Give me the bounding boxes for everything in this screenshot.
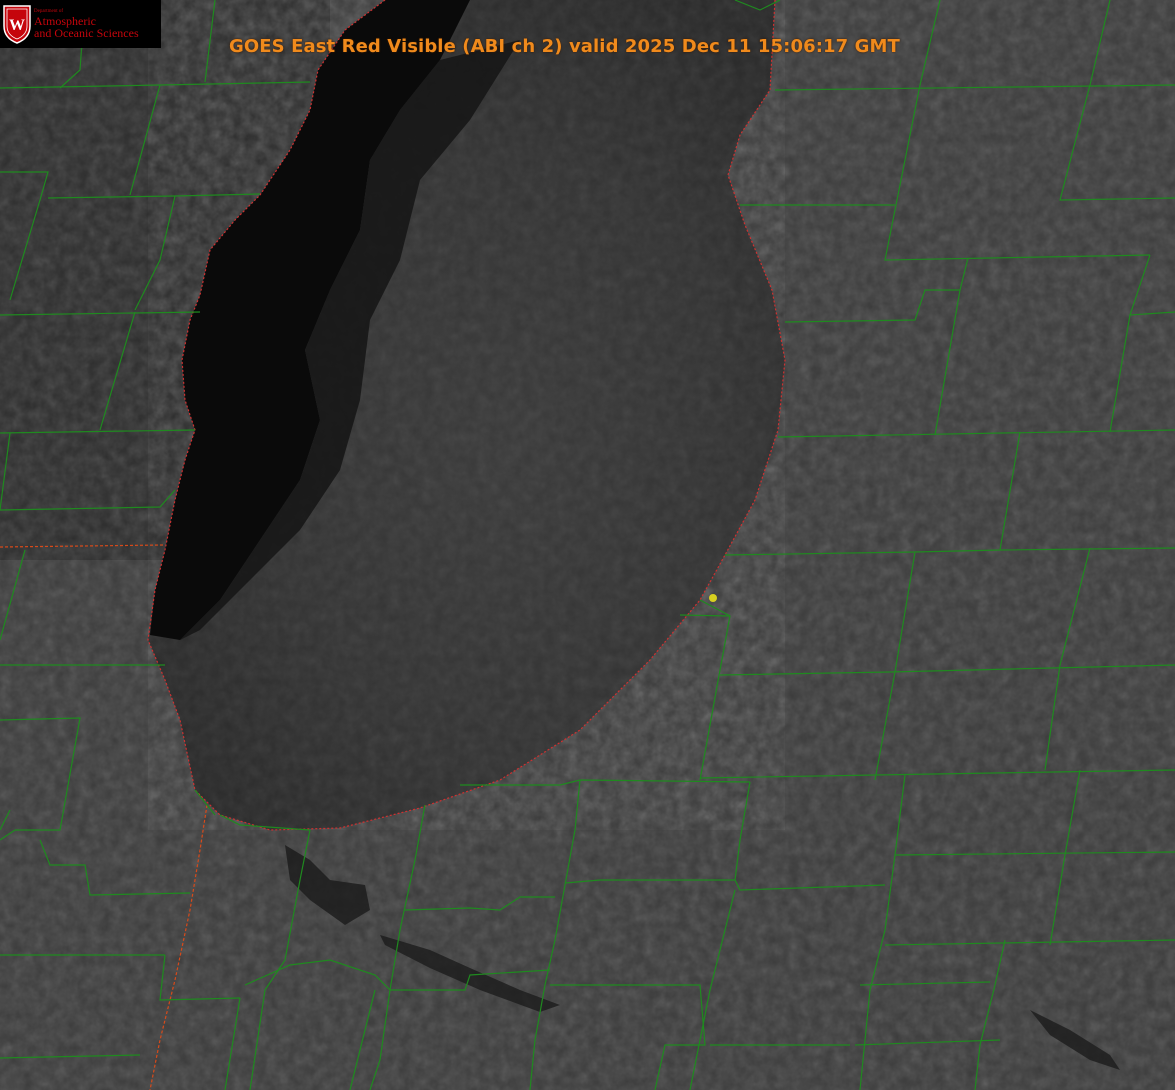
aos-logo: W Department of Atmospheric and Oceanic … [0, 0, 161, 48]
shield-letter: W [9, 17, 25, 34]
logo-name: Atmospheric and Oceanic Sciences [34, 15, 139, 39]
logo-name-line2: and Oceanic Sciences [34, 26, 139, 40]
location-marker [709, 594, 717, 602]
satellite-image-map [0, 0, 1175, 1090]
satellite-map-view: W Department of Atmospheric and Oceanic … [0, 0, 1175, 1090]
image-title: GOES East Red Visible (ABI ch 2) valid 2… [229, 36, 900, 57]
uw-shield-icon: W [3, 5, 31, 44]
